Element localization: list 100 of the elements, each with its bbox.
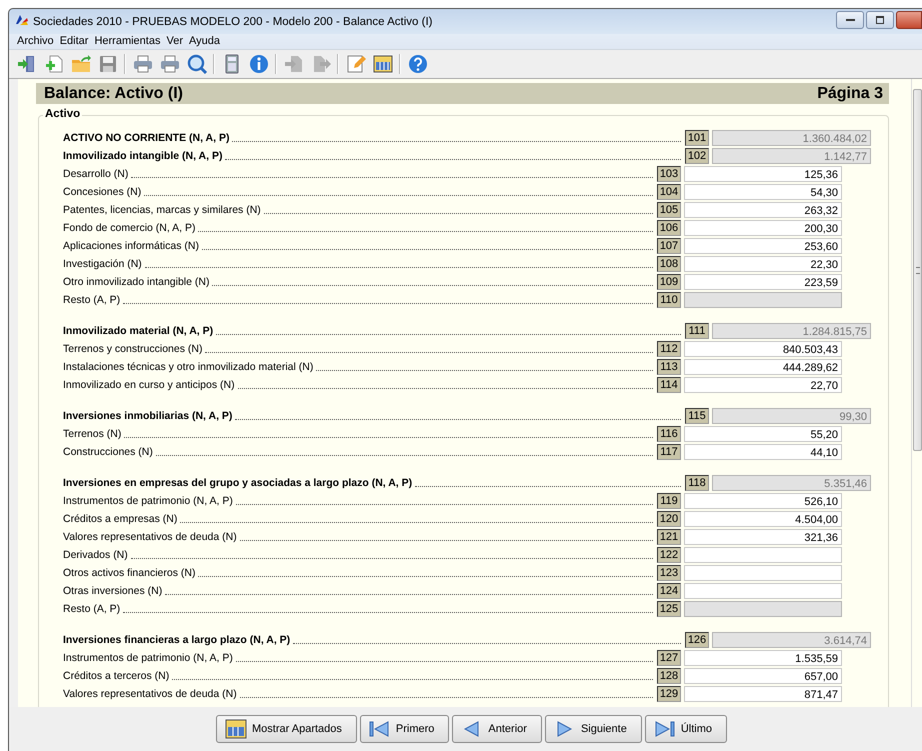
help-icon[interactable] (408, 54, 428, 74)
amount-field: 99,30 (712, 408, 871, 424)
amount-field[interactable]: 22,30 (684, 256, 842, 272)
box-number: 115 (685, 408, 709, 424)
field-label: Inversiones en empresas del grupo y asociadas a largo plazo (N, A, P) (63, 477, 412, 489)
box-number: 128 (657, 668, 681, 684)
field-label: Resto (A, P) (63, 603, 120, 615)
amount-field[interactable]: 263,32 (684, 202, 842, 218)
box-number: 126 (685, 632, 709, 648)
menu-item[interactable]: Herramientas (94, 34, 160, 49)
field-label: Instrumentos de patrimonio (N, A, P) (63, 652, 233, 664)
amount-field[interactable]: 200,30 (684, 220, 842, 236)
menu-item[interactable]: Ver (166, 34, 183, 49)
printer-icon[interactable] (132, 54, 152, 74)
new-page-icon[interactable] (44, 54, 64, 74)
amount-field[interactable]: 444.289,62 (684, 359, 842, 375)
maximize-button[interactable] (866, 10, 894, 28)
menu-item[interactable]: Archivo (17, 34, 54, 49)
field-label: Patentes, licencias, marcas y similares (N) (63, 204, 261, 216)
page-number: Página 3 (817, 84, 883, 102)
nav-button[interactable]: Siguiente (544, 714, 642, 742)
amount-field[interactable]: 4.504,00 (684, 511, 842, 527)
field-label: Inmovilizado material (N, A, P) (63, 325, 214, 337)
box-number: 129 (657, 686, 681, 702)
close-button[interactable] (896, 10, 922, 28)
folder-icon[interactable] (70, 54, 90, 74)
floppy-icon[interactable] (98, 54, 118, 74)
scrollbar-thumb[interactable] (913, 89, 922, 451)
nav-button[interactable]: Anterior (452, 714, 542, 742)
info-icon[interactable] (248, 54, 268, 74)
box-number: 125 (657, 601, 681, 617)
box-number: 108 (657, 256, 681, 272)
amount-field[interactable]: 54,30 (684, 184, 842, 200)
amount-field[interactable] (684, 547, 842, 563)
field-label: Valores representativos de deuda (N) (63, 688, 237, 700)
box-number: 109 (657, 274, 681, 290)
nav-button[interactable]: Primero (360, 714, 450, 742)
amount-field[interactable]: 223,59 (684, 274, 842, 290)
box-number: 114 (657, 377, 681, 393)
amount-field: 1.360.484,02 (712, 130, 871, 146)
printer-icon[interactable] (160, 54, 180, 74)
box-number: 113 (657, 359, 681, 375)
field-label: Otros activos financieros (N) (63, 567, 196, 579)
amount-field[interactable]: 657,00 (684, 668, 842, 684)
amount-field[interactable]: 840.503,43 (684, 341, 842, 357)
box-number: 123 (657, 565, 681, 581)
amount-field[interactable]: 1.535,59 (684, 650, 842, 666)
amount-field: 1.142,77 (712, 148, 871, 164)
amount-field[interactable]: 253,60 (684, 238, 842, 254)
box-number: 117 (657, 444, 681, 460)
box-number: 120 (657, 511, 681, 527)
field-label: Créditos a terceros (N) (63, 670, 170, 682)
field-label: Otro inmovilizado intangible (N) (63, 276, 210, 288)
magnifier-icon[interactable] (186, 54, 206, 74)
field-label: Créditos a empresas (N) (63, 513, 178, 525)
box-number: 101 (685, 130, 709, 146)
box-number: 118 (685, 475, 709, 491)
amount-field: 3.614,74 (712, 632, 871, 648)
amount-field[interactable]: 526,10 (684, 493, 842, 509)
field-label: Construcciones (N) (63, 446, 153, 458)
box-number: 116 (657, 426, 681, 442)
field-label: Desarrollo (N) (63, 168, 128, 180)
field-label: ACTIVO NO CORRIENTE (N, A, P) (63, 132, 230, 144)
field-label: Fondo de comercio (N, A, P) (63, 222, 196, 234)
amount-field[interactable] (684, 583, 842, 599)
amount-field[interactable]: 871,47 (684, 686, 842, 702)
amount-field[interactable]: 321,36 (684, 529, 842, 545)
menu-item[interactable]: Editar (60, 34, 88, 49)
amount-field[interactable]: 55,20 (684, 426, 842, 442)
field-label: Inmovilizado en curso y anticipos (N) (63, 379, 235, 391)
panel-icon[interactable] (372, 54, 392, 74)
box-number: 105 (657, 202, 681, 218)
page-title: Balance: Activo (I) (44, 84, 183, 102)
panel-icon (225, 718, 248, 738)
amount-field[interactable]: 22,70 (684, 377, 842, 393)
box-number: 111 (685, 323, 709, 339)
field-label: Otras inversiones (N) (63, 585, 162, 597)
box-number: 127 (657, 650, 681, 666)
box-number: 107 (657, 238, 681, 254)
field-label: Inversiones financieras a largo plazo (N, A, P) (63, 634, 290, 646)
scrollbar[interactable] (911, 79, 922, 707)
amount-field: 1.284.815,75 (712, 323, 871, 339)
section-title: Activo (43, 108, 82, 120)
amount-field[interactable] (684, 565, 842, 581)
field-label: Valores representativos de deuda (N) (63, 531, 237, 543)
door-icon[interactable] (16, 54, 36, 74)
field-label: Terrenos y construcciones (N) (63, 343, 202, 355)
field-label: Terrenos (N) (63, 428, 122, 440)
nav-button[interactable]: Último (644, 714, 727, 742)
box-number: 121 (657, 529, 681, 545)
amount-field[interactable]: 125,36 (684, 166, 842, 182)
field-label: Instalaciones técnicas y otro inmovilizado material (N) (63, 361, 314, 373)
minimize-button[interactable] (836, 10, 864, 28)
amount-field[interactable]: 44,10 (684, 444, 842, 460)
box-number: 119 (657, 493, 681, 509)
pencil-page-icon[interactable] (346, 54, 366, 74)
app-logo-icon (15, 14, 29, 26)
field-label: Inversiones inmobiliarias (N, A, P) (63, 410, 232, 422)
nav-button[interactable]: Mostrar Apartados (216, 714, 357, 742)
menu-item[interactable]: Ayuda (188, 34, 220, 49)
